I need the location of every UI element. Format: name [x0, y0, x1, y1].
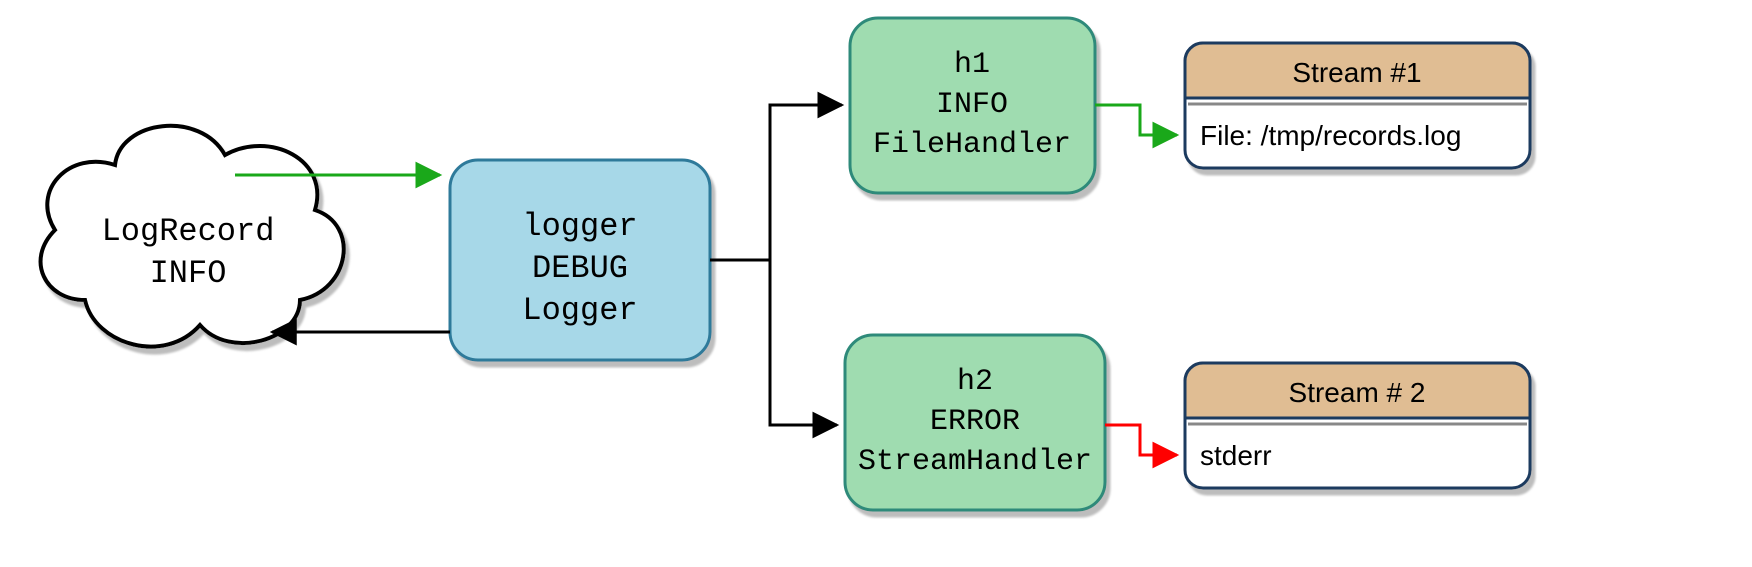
h2-label-1: h2	[957, 365, 993, 399]
h1-label-3: FileHandler	[873, 128, 1071, 162]
arrow-h2-to-stream2	[1105, 425, 1177, 455]
stream-1-body: File: /tmp/records.log	[1200, 120, 1461, 151]
logrecord-label-2: INFO	[150, 255, 227, 292]
logger-label-2: DEBUG	[532, 250, 628, 287]
stream-1-title: Stream #1	[1292, 57, 1421, 88]
h1-label-1: h1	[954, 48, 990, 82]
logrecord-label-1: LogRecord	[102, 213, 275, 250]
logger-label-1: logger	[522, 208, 637, 245]
logging-flow-diagram: LogRecord INFO logger DEBUG Logger h1 IN…	[0, 0, 1752, 567]
h1-label-2: INFO	[936, 88, 1008, 122]
h2-label-2: ERROR	[930, 405, 1020, 439]
logger-label-3: Logger	[522, 292, 637, 329]
arrow-logger-to-h2	[710, 260, 837, 425]
arrow-logger-to-h1	[710, 105, 842, 260]
arrow-h1-to-stream1	[1095, 105, 1177, 135]
stream-2-body: stderr	[1200, 440, 1272, 471]
h2-label-3: StreamHandler	[858, 445, 1092, 479]
stream-2-title: Stream # 2	[1289, 377, 1426, 408]
